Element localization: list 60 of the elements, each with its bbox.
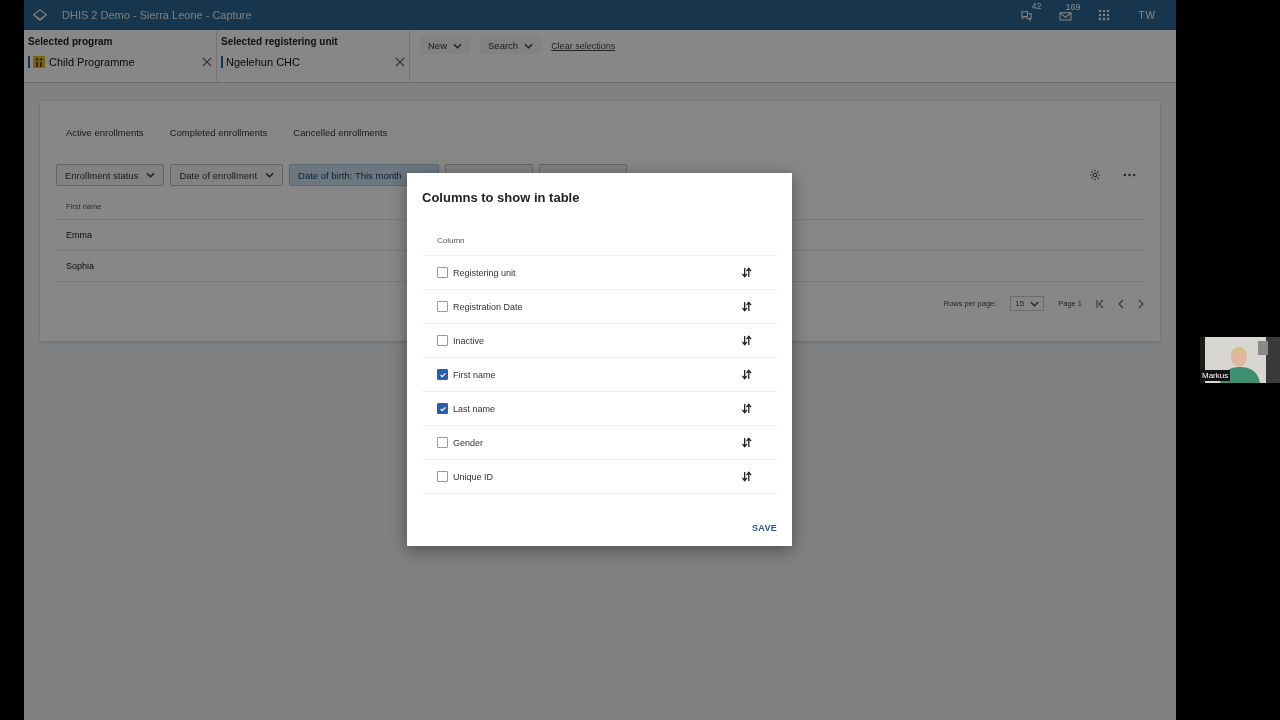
messages-count: 169 xyxy=(1065,1,1081,12)
search-button[interactable]: Search xyxy=(480,37,542,54)
chevron-down-icon xyxy=(524,42,534,49)
selector-label: Selected registering unit xyxy=(221,36,339,47)
sort-arrows-icon[interactable] xyxy=(741,437,752,448)
chevron-down-icon xyxy=(265,172,275,178)
next-page-icon[interactable] xyxy=(1138,298,1144,309)
chevron-down-icon xyxy=(453,42,462,49)
checkbox[interactable] xyxy=(437,335,448,346)
column-label[interactable]: Inactive xyxy=(453,335,736,346)
selector-value[interactable]: Child Programme xyxy=(49,56,198,68)
filter-chip[interactable]: Enrollment status xyxy=(56,164,165,186)
column-label[interactable]: Last name xyxy=(453,403,736,414)
chevron-down-icon xyxy=(1030,300,1040,307)
filter-chip[interactable]: Date of enrollment xyxy=(170,164,284,186)
sort-arrows-icon[interactable] xyxy=(741,471,752,482)
sort-arrows-icon[interactable] xyxy=(741,267,752,278)
check-icon xyxy=(438,370,447,379)
clear-selections-link[interactable]: Clear selections xyxy=(551,37,616,51)
checkbox[interactable] xyxy=(437,403,448,414)
working-list-tab[interactable]: Completed enrollments xyxy=(159,121,278,144)
column-label[interactable]: Unique ID xyxy=(453,471,736,482)
column-label[interactable]: Registration Date xyxy=(453,301,736,312)
working-list-tab[interactable]: Active enrollments xyxy=(56,121,154,144)
user-initials[interactable]: TW xyxy=(1138,9,1156,21)
logo-icon[interactable] xyxy=(32,8,48,22)
checkbox[interactable] xyxy=(437,369,448,380)
chevron-down-icon xyxy=(146,172,156,178)
dialog-title: Columns to show in table xyxy=(422,190,581,205)
new-button[interactable]: New xyxy=(420,37,470,54)
column-label[interactable]: Registering unit xyxy=(453,267,736,278)
check-icon xyxy=(438,404,447,413)
sort-arrows-icon[interactable] xyxy=(741,301,752,312)
column-label[interactable]: First name xyxy=(453,369,736,380)
program-icon xyxy=(33,56,45,68)
column-label[interactable]: Gender xyxy=(453,437,736,448)
chat-bubbles-icon[interactable] xyxy=(1020,8,1034,22)
mail-icon[interactable] xyxy=(1059,9,1073,21)
interpretations-count: 42 xyxy=(1031,0,1042,11)
close-icon[interactable] xyxy=(202,57,212,67)
column-header: Column xyxy=(422,205,777,256)
sort-arrows-icon[interactable] xyxy=(741,403,752,414)
sort-arrows-icon[interactable] xyxy=(741,335,752,346)
checkbox[interactable] xyxy=(437,471,448,482)
sort-arrows-icon[interactable] xyxy=(741,369,752,380)
participant-name: Markus xyxy=(1200,370,1231,381)
checkbox[interactable] xyxy=(437,301,448,312)
close-icon[interactable] xyxy=(395,57,405,67)
selector-value[interactable]: Ngelehun CHC xyxy=(226,56,391,68)
working-list-tab[interactable]: Cancelled enrollments xyxy=(283,121,398,144)
more-icon[interactable] xyxy=(1123,173,1136,177)
rows-per-page-select[interactable]: 15 xyxy=(1010,296,1045,311)
app-title: DHIS 2 Demo - Sierra Leone - Capture xyxy=(62,9,252,21)
checkbox[interactable] xyxy=(437,267,448,278)
checkbox[interactable] xyxy=(437,437,448,448)
settings-icon[interactable] xyxy=(1089,169,1101,181)
save-button[interactable]: SAVE xyxy=(751,520,777,536)
first-page-icon[interactable] xyxy=(1096,298,1104,309)
selector-label: Selected program xyxy=(28,36,114,47)
previous-page-icon[interactable] xyxy=(1118,298,1124,309)
